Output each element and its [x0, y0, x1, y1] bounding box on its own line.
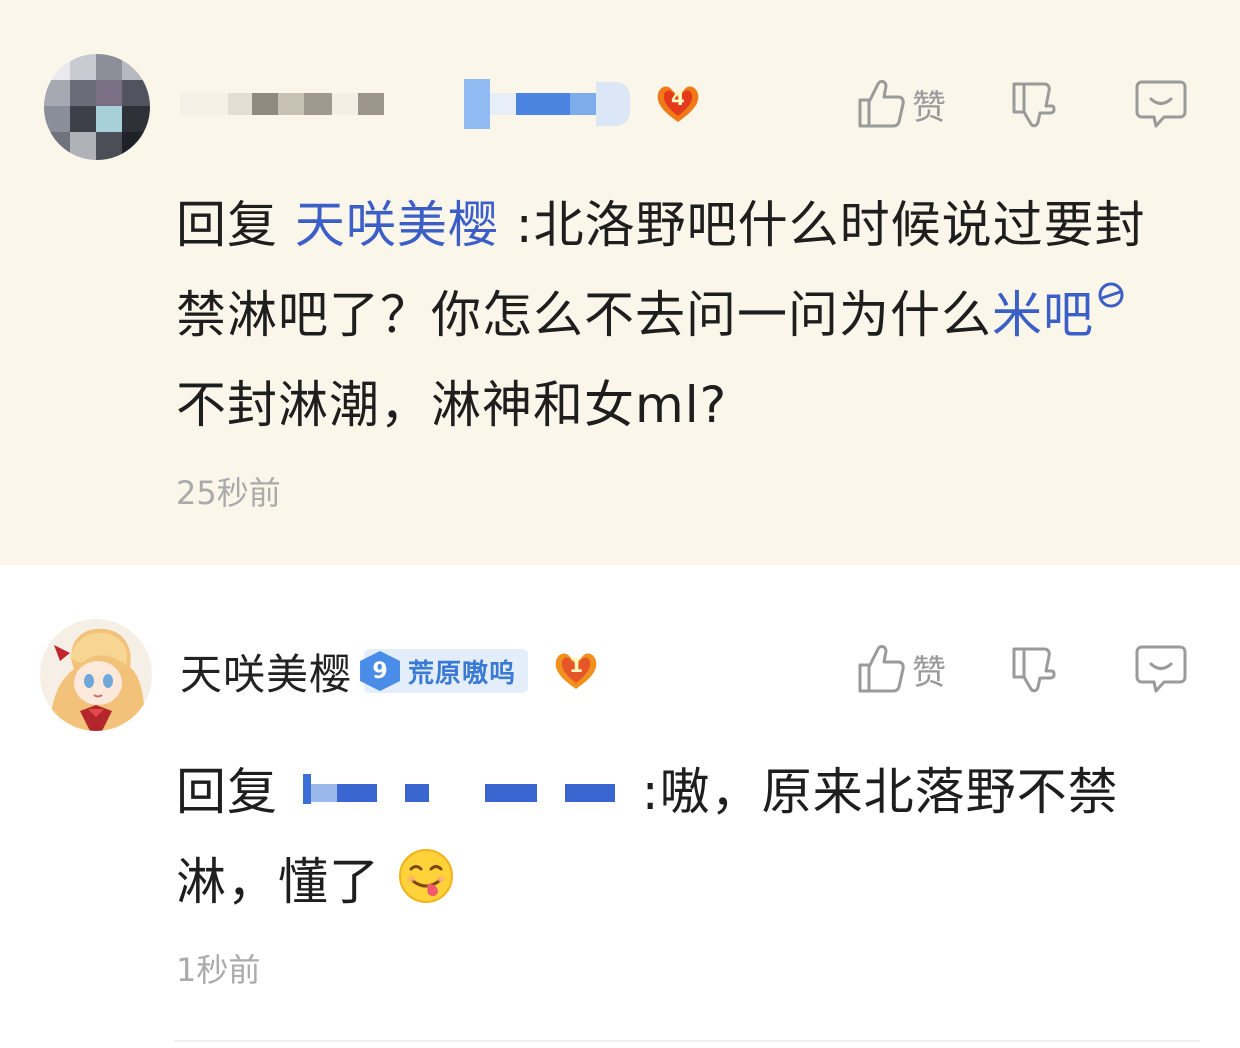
- comment-text-part2: 不封淋潮，淋神和女ml?: [176, 376, 728, 434]
- fan-level-badge-icon: 1: [552, 649, 600, 693]
- reply-bubble-icon: [1135, 80, 1187, 128]
- comment-timestamp: 25秒前: [176, 474, 281, 512]
- username-row: 天咲美樱 9 荒原嗷呜 1: [180, 641, 600, 701]
- username-redacted[interactable]: [180, 74, 630, 134]
- reply-bubble-icon: [1135, 645, 1187, 693]
- reply-to-user-redacted[interactable]: [295, 770, 625, 810]
- dislike-button[interactable]: [1008, 78, 1058, 130]
- level-number: 9: [360, 651, 401, 691]
- reply-to-user-link[interactable]: 天咲美樱: [295, 196, 499, 254]
- thumbs-down-icon: [1012, 82, 1056, 128]
- username[interactable]: 天咲美樱: [180, 641, 352, 702]
- level-badge[interactable]: 9 荒原嗷呜: [360, 649, 529, 693]
- thumbs-up-icon: [858, 80, 905, 128]
- avatar[interactable]: [40, 619, 152, 731]
- divider: [174, 1040, 1200, 1042]
- comment-actions: 赞: [856, 639, 1188, 699]
- reply-button[interactable]: [1134, 78, 1188, 130]
- dislike-button[interactable]: [1008, 643, 1058, 695]
- comment-body: 回复 :嗷，原来北落野不禁淋，懂了: [176, 747, 1176, 927]
- reply-prefix: 回复: [176, 763, 295, 821]
- thumbs-up-icon: [858, 645, 905, 693]
- tongue-out-emoji-icon: [398, 849, 453, 903]
- forum-link-label: 米吧: [992, 286, 1094, 344]
- like-button[interactable]: 赞: [856, 643, 946, 695]
- comment-body: 回复 天咲美樱 :北洛野吧什么时候说过要封禁淋吧了？你怎么不去问一问为什么米吧不…: [176, 180, 1176, 450]
- forum-link-icon: [1098, 282, 1124, 308]
- thumbs-down-icon: [1012, 647, 1056, 693]
- like-button[interactable]: 赞: [856, 78, 946, 130]
- like-label: 赞: [912, 87, 946, 128]
- comment-item-2: 天咲美樱 9 荒原嗷呜 1 赞 回复:嗷，原来北落野不禁淋，懂了 1秒前: [0, 565, 1240, 1048]
- forum-link[interactable]: 米吧: [992, 282, 1126, 344]
- reply-prefix: 回复: [176, 196, 295, 254]
- avatar[interactable]: [44, 54, 150, 160]
- comment-item-1: 4 赞 回复 天咲美樱 :北洛野吧什么时候说过要封禁淋吧了？你怎么不去问一问为什…: [0, 0, 1240, 565]
- fan-level-badge-icon: 4: [654, 82, 702, 126]
- reply-button[interactable]: [1134, 643, 1188, 695]
- comment-timestamp: 1秒前: [176, 951, 261, 989]
- like-label: 赞: [912, 652, 946, 693]
- username-row: 4: [180, 74, 702, 134]
- fan-level-number: 1: [569, 653, 583, 677]
- fan-level-number: 4: [671, 86, 685, 110]
- level-title: 荒原嗷呜: [408, 658, 517, 689]
- comment-actions: 赞: [856, 74, 1188, 134]
